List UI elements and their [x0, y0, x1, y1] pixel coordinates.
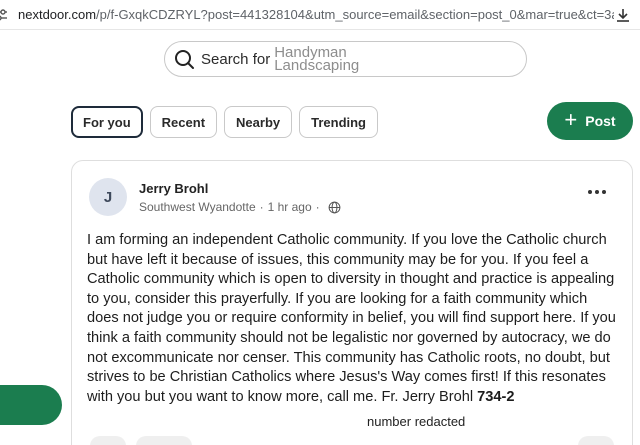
post-time: 1 hr ago: [267, 200, 312, 214]
url-text[interactable]: nextdoor.com/p/f-GxqkCDZRYL?post=4413281…: [14, 7, 614, 22]
create-post-button[interactable]: + Post: [547, 102, 633, 140]
site-info-icon[interactable]: [0, 8, 8, 22]
tab-nearby[interactable]: Nearby: [224, 106, 293, 138]
post-meta: Southwest Wyandotte · 1 hr ago ·: [139, 200, 341, 214]
meta-separator: ·: [259, 200, 264, 214]
tab-trending[interactable]: Trending: [299, 106, 378, 138]
post-neighborhood[interactable]: Southwest Wyandotte: [139, 200, 256, 214]
post-body: I am forming an independent Catholic com…: [87, 231, 622, 407]
redaction-label: number redacted: [364, 413, 499, 435]
share-button-partial[interactable]: [578, 436, 614, 445]
reaction-button-partial[interactable]: [90, 436, 126, 445]
avatar[interactable]: J: [89, 178, 127, 216]
download-icon[interactable]: [614, 6, 632, 24]
feed-tabs: For you Recent Nearby Trending: [71, 106, 378, 138]
plus-icon: +: [564, 107, 578, 132]
globe-icon: [328, 201, 341, 213]
dot: [588, 190, 592, 194]
phone-number[interactable]: 734-2: [477, 389, 514, 405]
more-options-icon[interactable]: [588, 190, 606, 194]
post-button-label: Post: [585, 113, 616, 129]
address-bar[interactable]: nextdoor.com/p/f-GxqkCDZRYL?post=4413281…: [0, 0, 640, 30]
dot: [602, 190, 606, 194]
search-suggestion: Landscaping: [274, 57, 360, 74]
url-path: /p/f-GxqkCDZRYL?post=441328104&utm_sourc…: [96, 7, 614, 22]
url-host: nextdoor.com: [18, 7, 97, 22]
meta-separator: ·: [315, 200, 320, 214]
search-rotating-suggestions: Handyman Landscaping: [274, 45, 360, 74]
left-nav-button-partial[interactable]: [0, 385, 62, 425]
tab-recent[interactable]: Recent: [149, 106, 218, 138]
post-body-text: I am forming an independent Catholic com…: [87, 232, 616, 405]
search-label: Search for: [201, 50, 271, 68]
tab-for-you[interactable]: For you: [71, 106, 143, 138]
post-card: J Jerry Brohl Southwest Wyandotte · 1 hr…: [71, 160, 633, 445]
comment-button-partial[interactable]: [136, 436, 192, 445]
search-bar[interactable]: Search for Handyman Landscaping: [164, 41, 527, 77]
post-author[interactable]: Jerry Brohl: [139, 181, 208, 196]
dot: [595, 190, 599, 194]
search-icon: [175, 50, 194, 69]
